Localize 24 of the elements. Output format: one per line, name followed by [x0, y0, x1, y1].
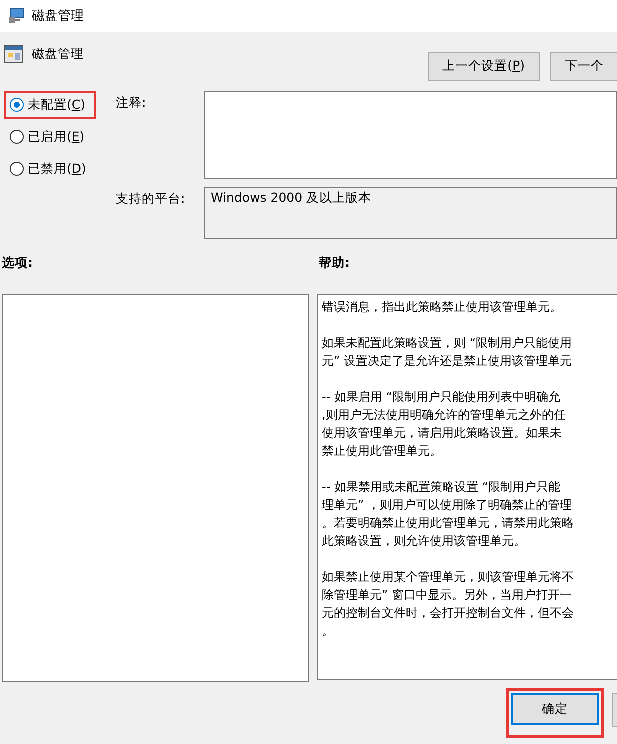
- help-paragraph: 如果未配置此策略设置，则 “限制用户只能使用 元” 设置决定了是允许还是禁止使用该管理单元: [322, 335, 574, 370]
- platform-label: 支持的平台:: [116, 190, 186, 208]
- platform-field: Windows 2000 及以上版本: [204, 187, 617, 239]
- help-label: 帮助:: [318, 254, 351, 272]
- ok-button[interactable]: 确定: [511, 693, 599, 725]
- options-label: 选项:: [1, 254, 34, 272]
- help-paragraph: -- 如果启用 “限制用户只能使用列表中明确允 ,则用户无法使用明确允许的管理单元之外的任 使用该管理单元，请启用此策略设置。如果未 禁止使用此管理单元。: [322, 389, 567, 460]
- computer-icon: [8, 8, 26, 24]
- policy-icon: [4, 44, 24, 64]
- help-paragraph: 如果禁止使用某个管理单元，则该管理单元将不 除管理单元” 窗口中显示。另外，当用户打开一 元的控制台文件时，会打开控制台文件，但不会 。: [322, 569, 575, 640]
- radio-option[interactable]: 未配置(C): [4, 91, 96, 119]
- help-paragraph: 错误消息，指出此策略禁止使用该管理单元。: [322, 299, 563, 316]
- radio-option[interactable]: 已禁用(D): [4, 155, 96, 183]
- radio-icon: [10, 130, 24, 144]
- radio-option[interactable]: 已启用(E): [4, 123, 96, 151]
- window-title: 磁盘管理: [32, 8, 84, 25]
- policy-name: 磁盘管理: [32, 46, 84, 62]
- radio-icon: [10, 98, 24, 112]
- comment-label: 注释:: [116, 94, 148, 112]
- help-paragraph: -- 如果禁用或未配置策略设置 “限制用户只能 理单元” ，则用户可以使用除了明确禁止的管理 。若要明确禁止使用此管理单元，请禁用此策略 此策略设置，则允许使用该管理单元。: [322, 479, 575, 550]
- radio-icon: [10, 162, 24, 176]
- nav-button[interactable]: 上一个设置(P): [428, 52, 540, 81]
- nav-button[interactable]: 下一个: [550, 52, 617, 81]
- comment-field[interactable]: [204, 91, 617, 179]
